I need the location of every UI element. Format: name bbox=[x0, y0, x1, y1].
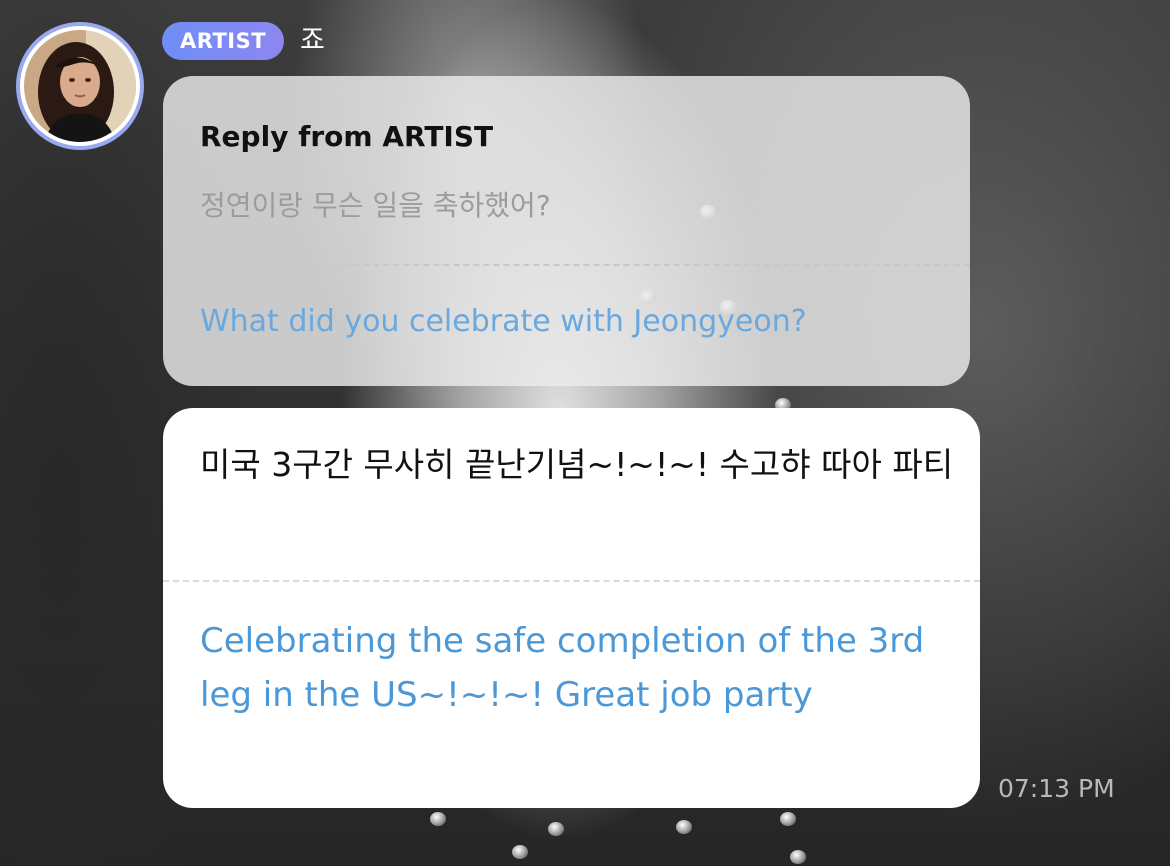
sender-name: 죠 bbox=[300, 25, 325, 56]
stud-decoration bbox=[512, 845, 528, 859]
message-text: 미국 3구간 무사히 끝난기념~!~!~! 수고햐 따아 파티 bbox=[200, 445, 954, 484]
stud-decoration bbox=[790, 850, 806, 864]
reply-quote-bubble[interactable]: Reply from ARTIST 정연이랑 무슨 일을 축하했어? What … bbox=[163, 76, 970, 386]
message-timestamp: 07:13 PM bbox=[998, 774, 1115, 803]
stud-decoration bbox=[548, 822, 564, 836]
artist-badge: ARTIST bbox=[162, 22, 285, 60]
reply-title: Reply from ARTIST bbox=[200, 120, 494, 153]
profile-photo-icon bbox=[24, 30, 136, 142]
reply-divider bbox=[163, 264, 970, 266]
message-divider bbox=[163, 580, 980, 582]
message-translation-text: Celebrating the safe completion of the 3… bbox=[200, 621, 925, 715]
stud-decoration bbox=[780, 812, 796, 826]
stud-decoration bbox=[430, 812, 446, 826]
reply-translation-text: What did you celebrate with Jeongyeon? bbox=[200, 304, 807, 339]
stud-decoration bbox=[676, 820, 692, 834]
message-bubble[interactable]: 미국 3구간 무사히 끝난기념~!~!~! 수고햐 따아 파티 Celebrat… bbox=[163, 408, 980, 808]
reply-original-text: 정연이랑 무슨 일을 축하했어? bbox=[200, 189, 551, 222]
avatar[interactable] bbox=[16, 22, 144, 150]
